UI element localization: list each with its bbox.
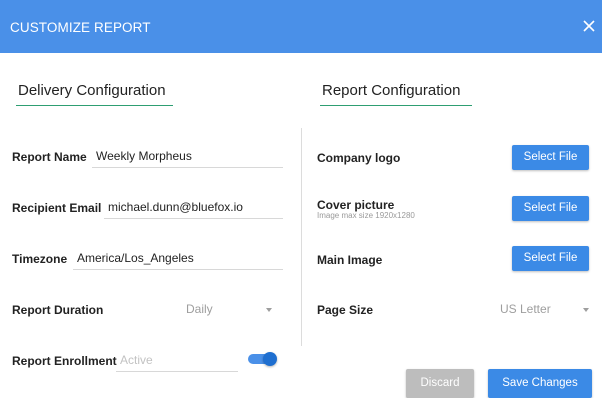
save-changes-button[interactable]: Save Changes (488, 369, 592, 398)
page-size-select[interactable]: US Letter (500, 300, 590, 320)
timezone-value: America/Los_Angeles (77, 251, 194, 265)
discard-button[interactable]: Discard (406, 369, 474, 398)
delivery-title-underline (16, 105, 173, 106)
cover-picture-label: Cover picture (317, 198, 395, 212)
column-divider (301, 128, 302, 346)
page-size-value: US Letter (500, 302, 551, 316)
report-section-title: Report Configuration (322, 82, 461, 99)
company-logo-label: Company logo (317, 151, 401, 165)
dialog-header: CUSTOMIZE REPORT (0, 0, 602, 53)
close-icon[interactable] (582, 19, 596, 33)
delivery-section-title: Delivery Configuration (18, 82, 166, 99)
timezone-label: Timezone (12, 252, 68, 266)
report-name-label: Report Name (12, 150, 87, 164)
report-enrollment-input[interactable]: Active (116, 351, 238, 372)
cover-picture-note: Image max size 1920x1280 (317, 211, 415, 220)
report-title-underline (320, 105, 472, 106)
toggle-thumb[interactable] (263, 352, 277, 366)
main-image-label: Main Image (317, 253, 383, 267)
chevron-down-icon (583, 308, 589, 312)
timezone-input[interactable]: America/Los_Angeles (73, 249, 283, 270)
report-duration-value: Daily (186, 302, 213, 316)
select-file-cover-button[interactable]: Select File (512, 196, 589, 221)
report-enrollment-label: Report Enrollment (12, 354, 117, 368)
report-name-value: Weekly Morpheus (96, 149, 192, 163)
page-size-label: Page Size (317, 303, 374, 317)
select-file-main-button[interactable]: Select File (512, 246, 589, 271)
select-file-logo-button[interactable]: Select File (512, 145, 589, 170)
recipient-email-value: michael.dunn@bluefox.io (108, 200, 243, 214)
report-enrollment-placeholder: Active (120, 353, 153, 367)
dialog-title: CUSTOMIZE REPORT (10, 20, 151, 35)
report-duration-label: Report Duration (12, 303, 104, 317)
recipient-email-label: Recipient Email (12, 201, 102, 215)
chevron-down-icon (266, 308, 272, 312)
report-name-input[interactable]: Weekly Morpheus (92, 147, 283, 168)
recipient-email-input[interactable]: michael.dunn@bluefox.io (104, 198, 283, 219)
